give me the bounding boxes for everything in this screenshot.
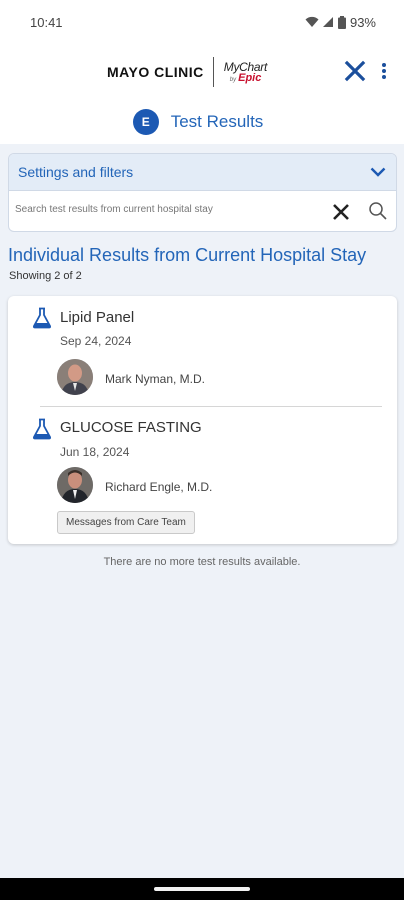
search-row bbox=[9, 191, 396, 231]
settings-and-filters-label: Settings and filters bbox=[18, 164, 134, 180]
app-header: MAYO CLINIC MyChart by Epic bbox=[0, 44, 404, 100]
logo-divider bbox=[212, 57, 214, 87]
flask-icon bbox=[32, 307, 52, 329]
provider-photo bbox=[57, 359, 93, 395]
result-name: GLUCOSE FASTING bbox=[60, 419, 202, 436]
signal-icon bbox=[322, 17, 333, 27]
results-heading: Individual Results from Current Hospital… bbox=[8, 245, 367, 265]
messages-from-care-team-button[interactable]: Messages from Care Team bbox=[57, 511, 195, 534]
result-item-glucose-fasting[interactable]: GLUCOSE FASTING Jun 18, 2024 Richard Eng… bbox=[8, 407, 397, 507]
mayo-clinic-logo: MAYO CLINIC bbox=[107, 64, 204, 80]
battery-percent: 93% bbox=[349, 14, 376, 30]
provider-name: Richard Engle, M.D. bbox=[105, 480, 213, 494]
settings-and-filters-toggle[interactable]: Settings and filters bbox=[9, 154, 396, 191]
brand-logo: MAYO CLINIC MyChart by Epic bbox=[107, 54, 267, 90]
status-bar: 10:41 93% bbox=[0, 0, 404, 44]
search-input[interactable] bbox=[15, 194, 325, 224]
status-icons: 93% bbox=[305, 15, 376, 30]
chevron-down-icon bbox=[370, 167, 386, 177]
status-time: 10:41 bbox=[30, 14, 63, 30]
close-icon[interactable] bbox=[344, 60, 366, 82]
result-date: Sep 24, 2024 bbox=[60, 334, 132, 348]
result-date: Jun 18, 2024 bbox=[60, 445, 130, 459]
patient-avatar[interactable]: E bbox=[132, 109, 159, 135]
battery-icon bbox=[337, 15, 346, 29]
provider-photo bbox=[57, 467, 93, 503]
clear-search-icon[interactable] bbox=[332, 203, 350, 221]
settings-and-filters-panel: Settings and filters bbox=[8, 153, 397, 232]
result-name: Lipid Panel bbox=[60, 309, 135, 326]
system-nav-bar bbox=[0, 878, 404, 900]
flask-icon bbox=[32, 418, 52, 440]
result-item-lipid-panel[interactable]: Lipid Panel Sep 24, 2024 Mark Nyman, M.D… bbox=[8, 296, 397, 406]
page-title: Test Results bbox=[170, 112, 264, 131]
mychart-logo: MyChart by Epic bbox=[224, 61, 268, 84]
more-vert-icon[interactable] bbox=[378, 60, 390, 82]
search-icon[interactable] bbox=[368, 201, 388, 221]
no-more-results-text: There are no more test results available… bbox=[103, 556, 301, 568]
home-gesture-handle[interactable] bbox=[154, 887, 250, 891]
wifi-icon bbox=[305, 16, 319, 27]
patient-title-row: E Test Results bbox=[0, 100, 404, 144]
provider-name: Mark Nyman, M.D. bbox=[105, 372, 206, 386]
results-card: Lipid Panel Sep 24, 2024 Mark Nyman, M.D… bbox=[8, 296, 397, 544]
results-count: Showing 2 of 2 bbox=[9, 270, 82, 282]
epic-wordmark: by Epic bbox=[229, 71, 262, 84]
